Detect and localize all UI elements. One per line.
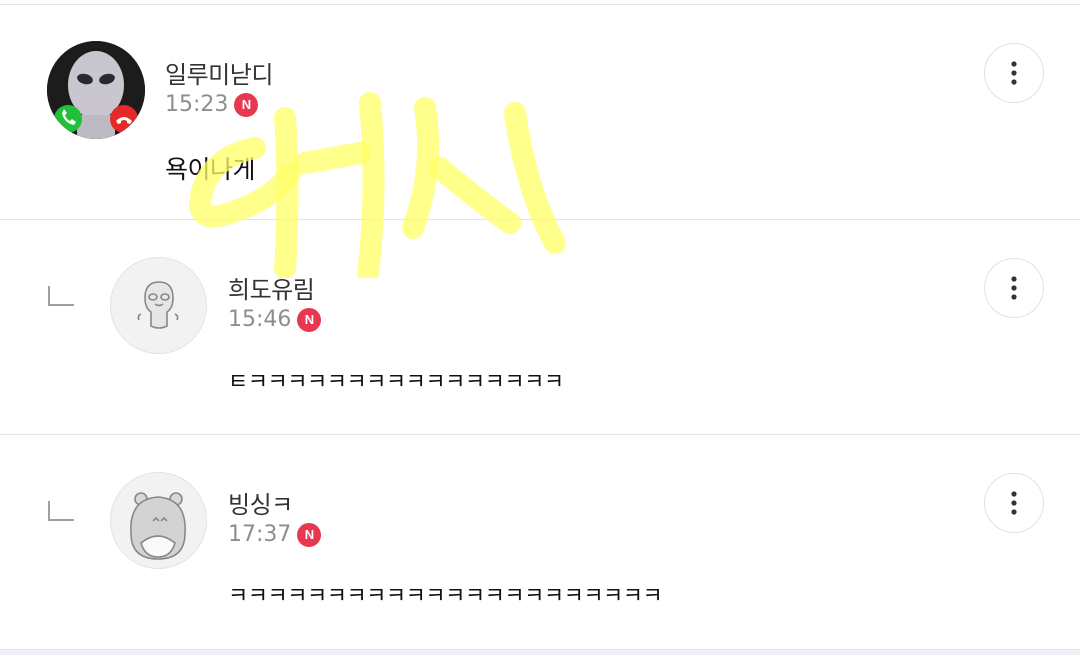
avatar[interactable]	[110, 257, 207, 354]
comment-text: 욕이나게	[165, 155, 256, 184]
comment-time: 17:37 N	[228, 522, 322, 547]
reply-item: 희도유림 15:46 N ㅌㅋㅋㅋㅋㅋㅋㅋㅋㅋㅋㅋㅋㅋㅋㅋㅋ	[0, 220, 1080, 435]
more-options-button[interactable]	[984, 473, 1044, 533]
time-text: 15:23	[165, 92, 229, 117]
comment-author[interactable]: 빙싱ㅋ	[228, 485, 293, 520]
more-options-button[interactable]	[984, 258, 1044, 318]
new-badge: N	[297, 522, 322, 547]
comment-text: ㅋㅋㅋㅋㅋㅋㅋㅋㅋㅋㅋㅋㅋㅋㅋㅋㅋㅋㅋㅋㅋㅋ	[228, 584, 663, 609]
comment-time: 15:46 N	[228, 307, 322, 332]
new-badge: N	[234, 92, 259, 117]
reply-arrow-icon	[48, 501, 74, 521]
alien-call-avatar-icon	[47, 41, 145, 139]
comment-time: 15:23 N	[165, 92, 259, 117]
character-avatar-icon	[111, 258, 206, 353]
more-vertical-icon	[1011, 61, 1017, 85]
time-text: 15:46	[228, 307, 292, 332]
bottom-divider	[0, 649, 1080, 655]
comment-author[interactable]: 희도유림	[228, 270, 315, 305]
avatar[interactable]	[110, 472, 207, 569]
comment-text: ㅌㅋㅋㅋㅋㅋㅋㅋㅋㅋㅋㅋㅋㅋㅋㅋㅋ	[228, 370, 564, 395]
new-badge: N	[297, 307, 322, 332]
comment-author[interactable]: 일루미낟디	[165, 55, 273, 90]
more-options-button[interactable]	[984, 43, 1044, 103]
comment-item: 일루미낟디 15:23 N 욕이나게	[0, 5, 1080, 220]
reply-item: 빙싱ㅋ 17:37 N ㅋㅋㅋㅋㅋㅋㅋㅋㅋㅋㅋㅋㅋㅋㅋㅋㅋㅋㅋㅋㅋㅋ	[0, 435, 1080, 649]
more-vertical-icon	[1011, 276, 1017, 300]
avatar[interactable]	[47, 41, 145, 139]
hamster-avatar-icon	[111, 473, 206, 568]
reply-arrow-icon	[48, 286, 74, 306]
more-vertical-icon	[1011, 491, 1017, 515]
time-text: 17:37	[228, 522, 292, 547]
